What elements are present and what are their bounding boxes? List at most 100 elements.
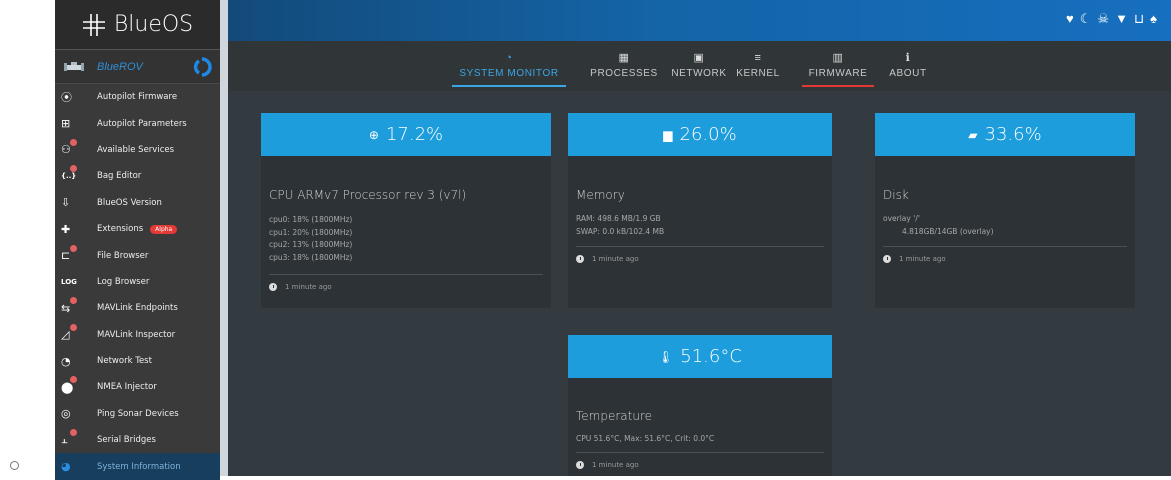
sidebar-item-mavlink-inspector[interactable]: ◿ MAVLink Inspector xyxy=(55,322,220,348)
sidebar-item-label: Network Test xyxy=(97,356,152,367)
memory-line: SWAP: 0.0 kB/102.4 MB xyxy=(576,226,665,236)
memory-details: RAM: 498.6 MB/1.9 GB SWAP: 0.0 kB/102.4 … xyxy=(576,213,664,238)
sidebar-item-label: System Information xyxy=(97,461,181,472)
bell-icon[interactable]: ♠ xyxy=(1150,11,1157,27)
temperature-updated-text: 1 minute ago xyxy=(592,461,639,469)
memory-usage-value: 26.0% xyxy=(679,124,737,145)
clock-icon xyxy=(576,461,584,469)
sleep-icon[interactable]: ☾ xyxy=(1080,11,1092,27)
notification-badge xyxy=(70,297,77,305)
sidebar-item-label: File Browser xyxy=(97,250,149,261)
blueos-logo-icon xyxy=(82,13,105,36)
tab-label: KERNEL xyxy=(736,67,780,79)
clock-icon xyxy=(883,255,891,263)
memory-card-header: ▆ 26.0% xyxy=(568,113,832,156)
disk-updated-text: 1 minute ago xyxy=(899,255,946,263)
rov-icon xyxy=(64,61,84,71)
tab-label: NETWORK xyxy=(671,68,727,79)
tab-network[interactable]: ▣ NETWORK xyxy=(667,41,732,89)
disk-details: overlay '/' 4.818GB/14GB (overlay) xyxy=(883,213,994,238)
sidebar-item-extensions[interactable]: ✚ Extensions Alpha xyxy=(55,216,220,242)
cpu-title: CPU ARMv7 Processor rev 3 (v7l) xyxy=(269,188,467,202)
cpu-core-list: cpu0: 18% (1800MHz) cpu1: 20% (1800MHz) … xyxy=(269,214,352,264)
app-logo[interactable]: BlueOS xyxy=(55,0,220,50)
sidebar-item-serial-bridges[interactable]: ⫠ Serial Bridges xyxy=(55,427,220,453)
vehicle-selector[interactable]: BlueROV xyxy=(55,50,220,84)
sidebar-item-label: Bag Editor xyxy=(97,171,142,182)
sidebar-item-file-browser[interactable]: ⊏ File Browser xyxy=(55,242,220,268)
sidebar-item-log-browser[interactable]: LOG Log Browser xyxy=(55,269,220,295)
processes-icon: ▦ xyxy=(618,52,630,64)
clock-icon xyxy=(576,255,584,263)
status-icons: ♥ ☾ ☠ ▼ ⊔ ♠ xyxy=(1066,11,1157,27)
temperature-card: 🌡 51.6°C Temperature CPU 51.6°C, Max: 51… xyxy=(568,335,832,476)
sidebar-item-mavlink-endpoints[interactable]: ⇆ MAVLink Endpoints xyxy=(55,295,220,321)
table-icon: ⊞ xyxy=(61,117,71,131)
memory-updated-text: 1 minute ago xyxy=(592,255,639,263)
sidebar-item-ping-sonar-devices[interactable]: ◎ Ping Sonar Devices xyxy=(55,401,220,427)
disk-card-header: ▰ 33.6% xyxy=(875,113,1135,156)
serial-icon: ⫠ xyxy=(61,429,83,448)
sidebar-item-label: Available Services xyxy=(97,144,175,155)
sidebar: BlueOS BlueROV ⦿ Autopilot Firmware ⊞ Autop… xyxy=(55,0,220,480)
chip-icon: ⦿ xyxy=(61,91,72,105)
card-divider xyxy=(576,452,824,453)
circle-marker xyxy=(10,461,19,470)
heartbeat-icon[interactable]: ♥ xyxy=(1066,11,1074,27)
cpu-core-line: cpu0: 18% (1800MHz) xyxy=(269,215,353,224)
puzzle-icon: ✚ xyxy=(61,222,71,236)
card-divider xyxy=(269,274,543,275)
tab-processes[interactable]: ▦ PROCESSES xyxy=(585,41,664,89)
sidebar-item-available-services[interactable]: ⚇ Available Services xyxy=(55,137,220,163)
cpu-updated-text: 1 minute ago xyxy=(285,283,332,291)
disk-usage-line: 4.818GB/14GB (overlay) xyxy=(902,226,994,236)
notification-badge xyxy=(70,138,77,146)
sidebar-item-autopilot-parameters[interactable]: ⊞ Autopilot Parameters xyxy=(55,110,220,136)
wifi-icon[interactable]: ▼ xyxy=(1115,11,1128,27)
cpu-usage-value: 17.2% xyxy=(385,124,444,145)
tab-label: PROCESSES xyxy=(590,68,658,79)
sidebar-item-autopilot-firmware[interactable]: ⦿ Autopilot Firmware xyxy=(55,84,220,110)
braces-icon: {..} xyxy=(61,165,83,184)
notification-badge xyxy=(70,323,77,331)
sidebar-divider[interactable] xyxy=(220,0,228,476)
disk-usage-value: 33.6% xyxy=(984,124,1042,145)
memory-line: RAM: 498.6 MB/1.9 GB xyxy=(576,214,661,223)
info-icon: ℹ xyxy=(905,52,911,64)
notification-badge xyxy=(70,429,77,437)
tab-system-monitor[interactable]: ◔ SYSTEM MONITOR xyxy=(452,41,566,89)
sonar-icon: ◎ xyxy=(61,407,71,421)
ethernet-icon[interactable]: ⊔ xyxy=(1134,11,1144,27)
temperature-details: CPU 51.6°C, Max: 51.6°C, Crit: 0.0°C xyxy=(576,433,714,446)
tab-about[interactable]: ℹ ABOUT xyxy=(883,41,934,89)
cpu-core-line: cpu2: 13% (1800MHz) xyxy=(269,240,353,249)
temperature-line: CPU 51.6°C, Max: 51.6°C, Crit: 0.0°C xyxy=(576,434,715,443)
sidebar-item-blueos-version[interactable]: ⇩ BlueOS Version xyxy=(55,190,220,216)
cpu-card: ⊕ 17.2% CPU ARMv7 Processor rev 3 (v7l) … xyxy=(261,113,551,308)
page: BlueOS BlueROV ⦿ Autopilot Firmware ⊞ Autop… xyxy=(0,0,1171,480)
memory-icon: ▆ xyxy=(663,127,673,142)
temperature-updated: 1 minute ago xyxy=(576,461,639,469)
memory-card: ▆ 26.0% Memory RAM: 498.6 MB/1.9 GB SWAP… xyxy=(568,113,832,308)
sidebar-item-label: Extensions xyxy=(97,224,144,235)
sidebar-item-network-test[interactable]: ◔ Network Test xyxy=(55,348,220,374)
thermometer-icon: 🌡 xyxy=(658,349,674,364)
vehicle-name: BlueROV xyxy=(97,60,143,73)
temperature-value: 51.6°C xyxy=(680,346,742,367)
firmware-icon: ▥ xyxy=(832,52,844,64)
pirate-icon[interactable]: ☠ xyxy=(1097,11,1109,27)
disk-title: Disk xyxy=(883,188,909,202)
sidebar-item-bag-editor[interactable]: {..} Bag Editor xyxy=(55,163,220,189)
tab-firmware[interactable]: ▥ FIRMWARE xyxy=(802,41,874,89)
disk-updated: 1 minute ago xyxy=(883,255,946,263)
sidebar-item-nmea-injector[interactable]: ⬤ NMEA Injector xyxy=(55,374,220,400)
tab-kernel[interactable]: ≡ KERNEL xyxy=(729,41,787,89)
main-area: ♥ ☾ ☠ ▼ ⊔ ♠ ◔ SYSTEM MONITOR ▦ PROCESSES ▣ NETWORK… xyxy=(228,0,1171,476)
sidebar-item-label: Autopilot Firmware xyxy=(97,92,178,103)
notification-badge xyxy=(70,376,77,384)
sidebar-item-label: NMEA Injector xyxy=(97,382,157,393)
cpu-core-line: cpu3: 18% (1800MHz) xyxy=(269,252,353,262)
cpu-icon: ⊕ xyxy=(368,127,379,142)
tab-label: ABOUT xyxy=(889,68,927,79)
card-divider xyxy=(883,246,1127,247)
